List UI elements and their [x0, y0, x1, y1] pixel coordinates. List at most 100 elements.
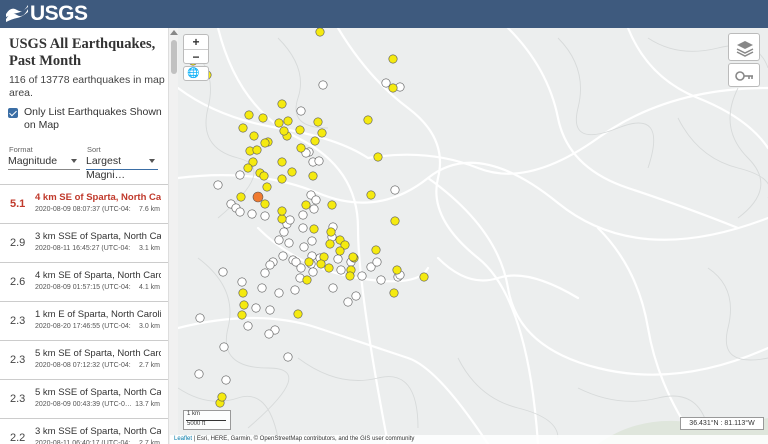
earthquake-marker[interactable]: [264, 329, 274, 339]
earthquake-marker[interactable]: [299, 242, 309, 252]
earthquake-marker[interactable]: [218, 267, 228, 277]
earthquake-marker[interactable]: [325, 239, 335, 249]
earthquake-marker[interactable]: [311, 195, 321, 205]
earthquake-marker[interactable]: [327, 200, 337, 210]
format-select[interactable]: Magnitude: [8, 154, 80, 170]
earthquake-marker[interactable]: [217, 392, 227, 402]
earthquake-marker[interactable]: [298, 210, 308, 220]
earthquake-marker[interactable]: [283, 116, 293, 126]
earthquake-marker[interactable]: [221, 375, 231, 385]
earthquake-marker[interactable]: [257, 283, 267, 293]
earthquake-marker[interactable]: [260, 268, 270, 278]
earthquake-marker[interactable]: [381, 78, 391, 88]
earthquake-marker[interactable]: [309, 204, 319, 214]
earthquake-marker[interactable]: [265, 305, 275, 315]
earthquake-marker[interactable]: [236, 192, 246, 202]
earthquake-marker[interactable]: [357, 271, 367, 281]
earthquake-marker[interactable]: [237, 277, 247, 287]
earthquake-marker[interactable]: [302, 275, 312, 285]
earthquake-marker[interactable]: [283, 352, 293, 362]
earthquake-marker[interactable]: [304, 257, 314, 267]
earthquake-marker[interactable]: [390, 216, 400, 226]
earthquake-marker[interactable]: [235, 170, 245, 180]
earthquake-marker[interactable]: [277, 99, 287, 109]
layers-button[interactable]: [728, 33, 760, 61]
earthquake-marker[interactable]: [345, 271, 355, 281]
earthquake-row[interactable]: 5.1 4 km SE of Sparta, North Caro… 2020-08…: [0, 185, 168, 224]
earthquake-marker[interactable]: [244, 110, 254, 120]
earthquake-marker[interactable]: [310, 136, 320, 146]
earthquake-marker[interactable]: [336, 265, 346, 275]
earthquake-marker[interactable]: [389, 288, 399, 298]
earthquake-row[interactable]: 2.2 3 km SSE of Sparta, North Car… 2020-08…: [0, 419, 168, 444]
earthquake-marker[interactable]: [307, 236, 317, 246]
earthquake-marker[interactable]: [262, 182, 272, 192]
earthquake-marker[interactable]: [313, 117, 323, 127]
earthquake-marker[interactable]: [284, 238, 294, 248]
earthquake-marker[interactable]: [237, 310, 247, 320]
earthquake-marker[interactable]: [318, 80, 328, 90]
earthquake-marker[interactable]: [296, 106, 306, 116]
earthquake-marker[interactable]: [293, 309, 303, 319]
earthquake-marker[interactable]: [274, 118, 284, 128]
earthquake-marker[interactable]: [259, 171, 269, 181]
earthquake-marker[interactable]: [314, 156, 324, 166]
earthquake-row[interactable]: 2.6 4 km SE of Sparta, North Caro… 2020-08…: [0, 263, 168, 302]
earthquake-marker[interactable]: [363, 115, 373, 125]
selected-earthquake-marker[interactable]: [252, 191, 264, 203]
earthquake-marker[interactable]: [296, 263, 306, 273]
earthquake-marker[interactable]: [348, 252, 358, 262]
map-view[interactable]: [178, 28, 768, 444]
earthquake-marker[interactable]: [277, 206, 287, 216]
earthquake-marker[interactable]: [252, 145, 262, 155]
earthquake-marker[interactable]: [315, 28, 325, 37]
earthquake-marker[interactable]: [324, 263, 334, 273]
earthquake-marker[interactable]: [373, 152, 383, 162]
earthquake-marker[interactable]: [260, 211, 270, 221]
earthquake-marker[interactable]: [390, 185, 400, 195]
earthquake-markers[interactable]: [178, 28, 768, 444]
earthquake-marker[interactable]: [219, 342, 229, 352]
earthquake-marker[interactable]: [388, 54, 398, 64]
locate-button[interactable]: 🌐: [183, 66, 209, 81]
earthquake-marker[interactable]: [376, 275, 386, 285]
earthquake-marker[interactable]: [258, 113, 268, 123]
earthquake-marker[interactable]: [296, 143, 306, 153]
earthquake-marker[interactable]: [298, 223, 308, 233]
earthquake-marker[interactable]: [194, 369, 204, 379]
earthquake-marker[interactable]: [343, 297, 353, 307]
scroll-up-arrow-icon[interactable]: [170, 30, 178, 35]
earthquake-marker[interactable]: [316, 259, 326, 269]
earthquake-marker[interactable]: [351, 291, 361, 301]
earthquake-marker[interactable]: [419, 272, 429, 282]
earthquake-marker[interactable]: [277, 157, 287, 167]
earthquake-marker[interactable]: [235, 207, 245, 217]
earthquake-marker[interactable]: [278, 251, 288, 261]
earthquake-marker[interactable]: [328, 283, 338, 293]
earthquake-marker[interactable]: [287, 167, 297, 177]
earthquake-marker[interactable]: [279, 126, 289, 136]
sort-select[interactable]: Largest Magni…: [86, 154, 158, 181]
earthquake-marker[interactable]: [213, 180, 223, 190]
earthquake-marker[interactable]: [277, 214, 287, 224]
scrollbar-thumb[interactable]: [171, 40, 177, 74]
earthquake-marker[interactable]: [243, 321, 253, 331]
earthquake-marker[interactable]: [371, 245, 381, 255]
earthquake-row[interactable]: 2.3 5 km SSE of Sparta, North Car… 2020-08…: [0, 380, 168, 419]
earthquake-marker[interactable]: [279, 227, 289, 237]
earthquake-marker[interactable]: [372, 257, 382, 267]
earthquake-marker[interactable]: [265, 260, 275, 270]
earthquake-marker[interactable]: [274, 288, 284, 298]
zoom-in-button[interactable]: +: [184, 35, 208, 49]
only-list-shown-option[interactable]: Only List Earthquakes Shown on Map: [8, 106, 166, 132]
earthquake-marker[interactable]: [366, 190, 376, 200]
earthquake-marker[interactable]: [243, 163, 253, 173]
earthquake-marker[interactable]: [309, 224, 319, 234]
earthquake-marker[interactable]: [295, 125, 305, 135]
earthquake-row[interactable]: 2.3 5 km SE of Sparta, North Caro… 2020-08…: [0, 341, 168, 380]
earthquake-marker[interactable]: [317, 128, 327, 138]
earthquake-row[interactable]: 2.3 1 km E of Sparta, North Caroli… 2020-0…: [0, 302, 168, 341]
only-list-checkbox[interactable]: [8, 108, 18, 118]
sidebar-scrollbar[interactable]: [168, 28, 178, 444]
earthquake-marker[interactable]: [249, 131, 259, 141]
